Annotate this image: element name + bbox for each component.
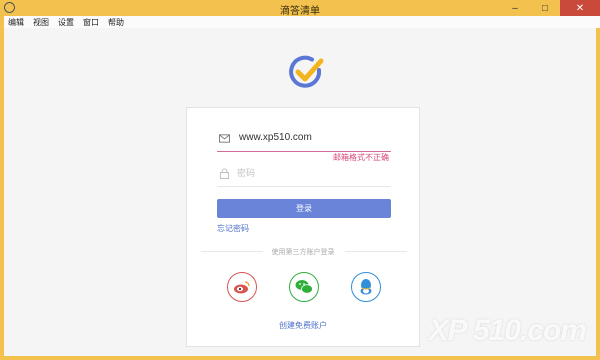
maximize-icon: □ — [541, 2, 549, 14]
title-bar[interactable]: 滴答清单 – □ ✕ — [0, 0, 600, 17]
email-field[interactable]: www.xp510.com — [217, 127, 391, 152]
forgot-password-link[interactable]: 忘记密码 — [217, 223, 249, 234]
menu-help[interactable]: 帮助 — [108, 17, 124, 28]
password-placeholder: 密码 — [237, 168, 256, 178]
mail-icon — [219, 134, 230, 143]
minimize-icon: – — [512, 2, 518, 14]
minimize-button[interactable]: – — [500, 0, 530, 16]
watermark: XP 510.com — [428, 314, 587, 347]
wechat-login-button[interactable] — [289, 272, 319, 302]
close-button[interactable]: ✕ — [560, 0, 600, 16]
divider-right — [345, 251, 407, 252]
wechat-icon — [295, 280, 313, 294]
lock-icon — [219, 168, 230, 179]
menu-window[interactable]: 窗口 — [83, 17, 99, 28]
password-field[interactable]: 密码 — [217, 162, 391, 187]
email-value: www.xp510.com — [239, 132, 312, 143]
login-card: www.xp510.com 邮箱格式不正确 密码 登录 忘记密码 使用第三方账户… — [186, 107, 420, 347]
weibo-login-button[interactable] — [227, 272, 257, 302]
menu-view[interactable]: 视图 — [33, 17, 49, 28]
third-party-label: 使用第三方账户登录 — [271, 249, 335, 256]
login-button[interactable]: 登录 — [217, 199, 391, 218]
weibo-icon — [234, 281, 250, 294]
window-controls: – □ ✕ — [500, 0, 600, 16]
checkmark-logo-icon — [289, 55, 324, 88]
close-icon: ✕ — [575, 2, 585, 14]
main-content: www.xp510.com 邮箱格式不正确 密码 登录 忘记密码 使用第三方账户… — [4, 28, 596, 356]
qq-login-button[interactable] — [351, 272, 381, 302]
app-window: 滴答清单 – □ ✕ 编辑 视图 设置 窗口 帮助 www.xp510.com — [0, 0, 600, 360]
menu-settings[interactable]: 设置 — [58, 17, 74, 28]
menu-bar: 编辑 视图 设置 窗口 帮助 — [4, 16, 600, 28]
menu-edit[interactable]: 编辑 — [8, 17, 24, 28]
qq-penguin-icon — [360, 279, 372, 295]
create-account-link[interactable]: 创建免费账户 — [187, 320, 419, 331]
maximize-button[interactable]: □ — [530, 0, 560, 16]
